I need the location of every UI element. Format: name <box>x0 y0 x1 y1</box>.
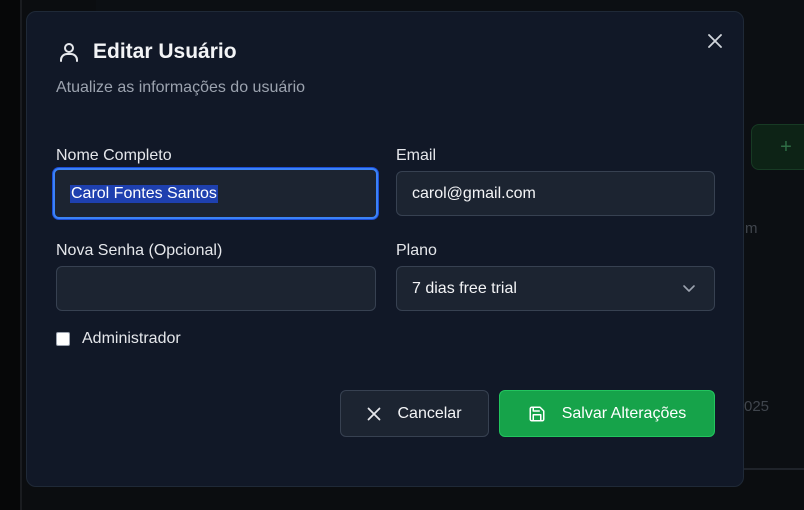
x-icon <box>368 407 381 420</box>
background-text-fragment: 025 <box>744 398 770 415</box>
admin-checkbox-row: Administrador <box>56 330 181 348</box>
chevron-down-icon <box>683 285 695 292</box>
admin-checkbox[interactable] <box>56 332 70 346</box>
full-name-input[interactable]: Carol Fontes Santos <box>53 168 378 219</box>
plan-label: Plano <box>396 242 437 259</box>
full-name-label: Nome Completo <box>56 147 172 164</box>
plan-select[interactable]: 7 dias free trial <box>396 266 715 311</box>
save-button-label: Salvar Alterações <box>561 404 687 422</box>
background-text-fragment: m <box>745 220 758 237</box>
close-button[interactable] <box>704 30 726 52</box>
dialog-header: Editar Usuário <box>57 40 237 64</box>
password-input[interactable] <box>56 266 376 311</box>
user-icon <box>60 43 78 62</box>
plan-selected-value: 7 dias free trial <box>412 279 517 297</box>
full-name-value: Carol Fontes Santos <box>70 184 218 203</box>
cancel-button-label: Cancelar <box>397 404 462 422</box>
close-icon <box>708 34 722 48</box>
email-label: Email <box>396 147 437 164</box>
email-value: carol@gmail.com <box>412 184 536 202</box>
password-label: Nova Senha (Opcional) <box>56 242 223 259</box>
save-changes-button[interactable]: Salvar Alterações <box>499 390 715 437</box>
dialog-subtitle: Atualize as informações do usuário <box>56 79 306 96</box>
cancel-button[interactable]: Cancelar <box>340 390 489 437</box>
admin-checkbox-label[interactable]: Administrador <box>82 330 181 348</box>
save-icon <box>529 406 545 421</box>
dialog-title: Editar Usuário <box>93 40 237 63</box>
email-input[interactable]: carol@gmail.com <box>396 171 715 216</box>
background-add-button: + <box>751 124 804 170</box>
edit-user-dialog: Editar Usuário Atualize as informações d… <box>26 11 744 487</box>
